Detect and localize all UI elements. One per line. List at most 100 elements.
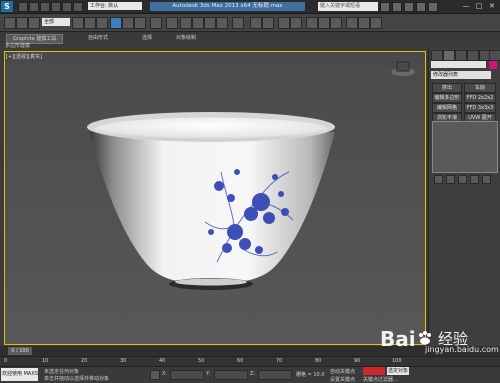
track-tick: 50 bbox=[198, 358, 205, 364]
app-logo-button[interactable]: S bbox=[1, 1, 13, 12]
redo-icon[interactable] bbox=[62, 2, 72, 12]
x-label: X: bbox=[162, 371, 168, 377]
lock-selection-icon[interactable] bbox=[150, 370, 160, 380]
open-file-icon[interactable] bbox=[29, 2, 39, 12]
unlink-icon[interactable] bbox=[28, 17, 40, 29]
status-line-2: 单击并拖动以选择并移动对象 bbox=[44, 376, 110, 382]
track-tick: 0 bbox=[4, 358, 8, 364]
new-file-icon[interactable] bbox=[18, 2, 28, 12]
modifier-stack[interactable] bbox=[432, 121, 498, 173]
layer-manager-icon[interactable] bbox=[278, 17, 290, 29]
baidu-watermark-logo: Bai bbox=[380, 327, 416, 351]
render-production-icon[interactable] bbox=[370, 17, 382, 29]
modifier-list-select[interactable]: 修改器列表 bbox=[431, 71, 491, 79]
track-tick: 100 bbox=[392, 358, 402, 364]
make-unique-icon[interactable] bbox=[458, 175, 467, 184]
search-input[interactable]: 键入关键字或短语 bbox=[318, 2, 378, 11]
spinner-snap-icon[interactable] bbox=[216, 17, 228, 29]
named-selection-icon[interactable] bbox=[232, 17, 244, 29]
communication-center-icon[interactable] bbox=[404, 2, 414, 12]
modify-tab-icon[interactable] bbox=[443, 50, 455, 61]
modifier-button-lathe[interactable]: 车削 bbox=[464, 83, 496, 93]
minimize-button[interactable]: — bbox=[461, 1, 471, 11]
schematic-view-icon[interactable] bbox=[318, 17, 330, 29]
workspace-select[interactable]: 工作台: 默认 bbox=[88, 2, 142, 10]
select-and-link-icon[interactable] bbox=[16, 17, 28, 29]
ribbon bbox=[0, 32, 500, 44]
time-slider-thumb[interactable]: 0 / 100 bbox=[8, 347, 32, 355]
baidu-watermark-url: jingyan.baidu.com bbox=[425, 345, 499, 354]
project-folder-icon[interactable] bbox=[73, 2, 83, 12]
rendered-frame-window-icon[interactable] bbox=[358, 17, 370, 29]
percent-snap-icon[interactable] bbox=[204, 17, 216, 29]
angle-snap-icon[interactable] bbox=[192, 17, 204, 29]
window-title: Autodesk 3ds Max 2013 x64 无标题.max bbox=[150, 2, 305, 11]
track-tick: 90 bbox=[354, 358, 361, 364]
select-object-icon[interactable] bbox=[72, 17, 84, 29]
tab-object-paint[interactable]: 对象绘制 bbox=[176, 34, 196, 42]
y-label: Y: bbox=[206, 371, 211, 377]
mirror-icon[interactable] bbox=[250, 17, 262, 29]
search-icon[interactable] bbox=[380, 2, 390, 12]
close-button[interactable]: ✕ bbox=[487, 1, 497, 11]
align-icon[interactable] bbox=[262, 17, 274, 29]
configure-modifier-sets-icon[interactable] bbox=[482, 175, 491, 184]
status-line-1: 未选定任何对象 bbox=[44, 369, 80, 375]
favorites-icon[interactable] bbox=[416, 2, 426, 12]
reference-coordinate-icon[interactable] bbox=[150, 17, 162, 29]
ribbon-subtitle: 多边形建模 bbox=[5, 43, 31, 49]
modifier-button-extrude[interactable]: 挤出 bbox=[432, 83, 462, 93]
perspective-viewport[interactable] bbox=[4, 51, 426, 345]
selection-filter-select[interactable]: 全部 bbox=[42, 18, 70, 26]
render-setup-icon[interactable] bbox=[346, 17, 358, 29]
graphite-toggle-icon[interactable] bbox=[290, 17, 302, 29]
auto-key-button[interactable] bbox=[363, 367, 385, 375]
modifier-button-edit-mesh[interactable]: 编辑网格 bbox=[432, 103, 462, 113]
pin-stack-icon[interactable] bbox=[434, 175, 443, 184]
snap-toggle-icon[interactable] bbox=[180, 17, 192, 29]
modifier-button-edit-poly[interactable]: 编辑多边形 bbox=[432, 93, 462, 103]
track-tick: 40 bbox=[159, 358, 166, 364]
help-icon[interactable] bbox=[428, 2, 438, 12]
rectangular-selection-icon[interactable] bbox=[96, 17, 108, 29]
create-tab-icon[interactable] bbox=[431, 50, 443, 61]
pivot-center-icon[interactable] bbox=[166, 17, 178, 29]
viewport-label[interactable]: [+][透视][真实] bbox=[6, 53, 42, 60]
utilities-tab-icon[interactable] bbox=[489, 50, 500, 61]
bowl-render bbox=[5, 52, 425, 344]
track-tick: 80 bbox=[315, 358, 322, 364]
modifier-button-ffd-2[interactable]: FFD 2x2x2 bbox=[464, 93, 496, 103]
auto-key-label: 自动关键点 bbox=[330, 369, 356, 375]
modifier-button-ffd-3[interactable]: FFD 3x3x3 bbox=[464, 103, 496, 113]
undo-icon[interactable] bbox=[51, 2, 61, 12]
z-label: Z: bbox=[250, 371, 256, 377]
curve-editor-icon[interactable] bbox=[306, 17, 318, 29]
maximize-button[interactable]: □ bbox=[474, 1, 484, 11]
track-tick: 10 bbox=[42, 358, 49, 364]
object-color-swatch[interactable] bbox=[489, 61, 497, 69]
tab-selection[interactable]: 选择 bbox=[142, 34, 152, 42]
x-coordinate-field[interactable] bbox=[170, 370, 204, 380]
paw-icon bbox=[419, 331, 431, 345]
object-name-input[interactable] bbox=[431, 61, 486, 68]
y-coordinate-field[interactable] bbox=[214, 370, 248, 380]
track-tick: 70 bbox=[276, 358, 283, 364]
remove-modifier-icon[interactable] bbox=[470, 175, 479, 184]
z-coordinate-field[interactable] bbox=[258, 370, 292, 380]
tab-freeform[interactable]: 自由形式 bbox=[88, 34, 108, 42]
material-editor-icon[interactable] bbox=[330, 17, 342, 29]
track-tick: 30 bbox=[120, 358, 127, 364]
show-end-result-icon[interactable] bbox=[446, 175, 455, 184]
select-and-rotate-icon[interactable] bbox=[122, 17, 134, 29]
select-by-name-icon[interactable] bbox=[84, 17, 96, 29]
select-and-scale-icon[interactable] bbox=[134, 17, 146, 29]
save-icon[interactable] bbox=[40, 2, 50, 12]
subscription-icon[interactable] bbox=[392, 2, 402, 12]
grid-spacing: 栅格 = 10.0 bbox=[296, 372, 325, 378]
undo-icon[interactable] bbox=[4, 17, 16, 29]
select-and-move-icon[interactable] bbox=[110, 17, 122, 29]
maxscript-listener[interactable]: 欢迎使用 MAXS bbox=[1, 368, 38, 381]
hierarchy-tab-icon[interactable] bbox=[455, 50, 467, 61]
motion-tab-icon[interactable] bbox=[467, 50, 479, 61]
key-set-select[interactable]: 选定对象 bbox=[387, 367, 409, 375]
